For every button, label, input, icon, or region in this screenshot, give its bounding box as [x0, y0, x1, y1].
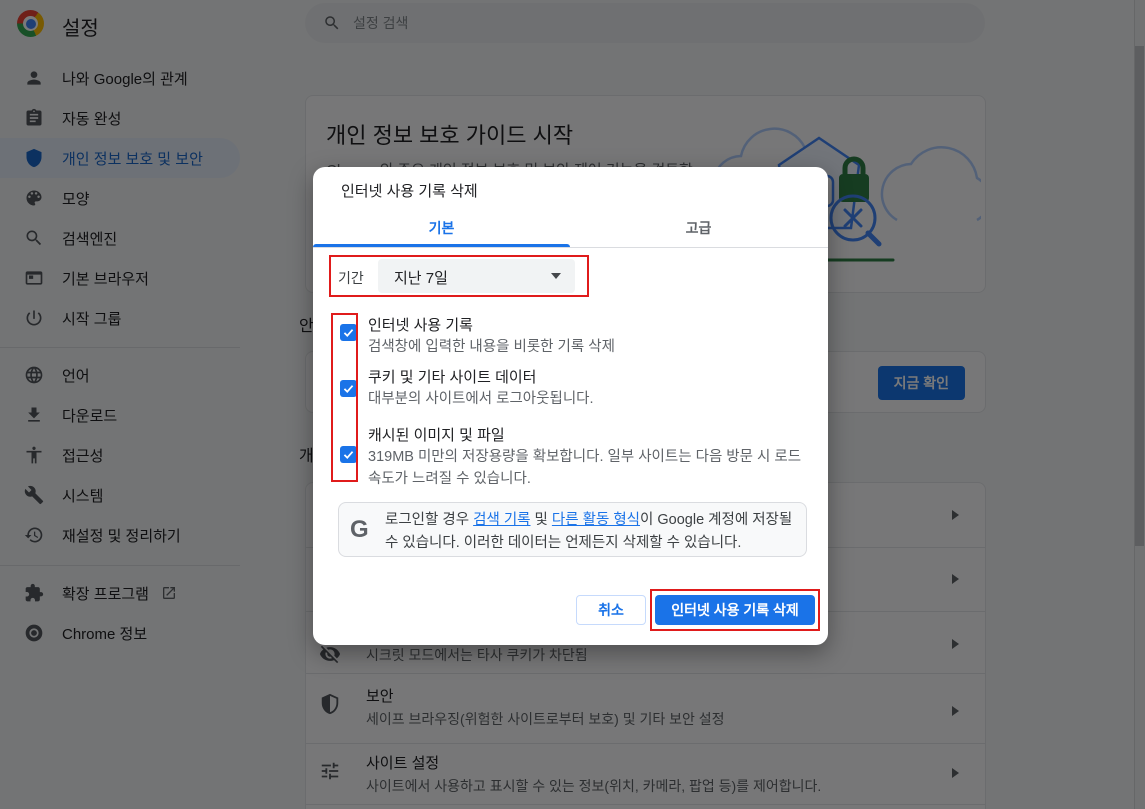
checkbox-description: 검색창에 입력한 내용을 비롯한 기록 삭제: [368, 336, 806, 358]
checkbox-title: 쿠키 및 기타 사이트 데이터: [368, 366, 536, 387]
google-account-notice: G 로그인할 경우 검색 기록 및 다른 활동 형식이 Google 계정에 저…: [338, 502, 807, 557]
checkbox-description: 319MB 미만의 저장용량을 확보합니다. 일부 사이트는 다음 방문 시 로…: [368, 446, 806, 490]
clear-browsing-data-dialog: 인터넷 사용 기록 삭제 기본 고급 기간 지난 7일 인터넷 사용 기록 검색…: [313, 167, 828, 645]
check-icon: [342, 448, 355, 461]
other-activity-link[interactable]: 다른 활동 형식: [552, 512, 640, 528]
check-icon: [342, 326, 355, 339]
browsing-history-checkbox[interactable]: [340, 324, 357, 341]
time-range-value: 지난 7일: [394, 267, 448, 288]
checkbox-title: 캐시된 이미지 및 파일: [368, 424, 505, 445]
chrome-settings-page: 설정 설정 검색 나와 Google의 관계 자동 완성 개인 정보 보호 및 …: [0, 0, 1145, 809]
time-range-select[interactable]: 지난 7일: [378, 259, 575, 293]
checkbox-title: 인터넷 사용 기록: [368, 314, 473, 335]
cancel-button[interactable]: 취소: [576, 595, 646, 625]
clear-data-button[interactable]: 인터넷 사용 기록 삭제: [655, 595, 815, 625]
notice-text: 로그인할 경우 검색 기록 및 다른 활동 형식이 Google 계정에 저장될…: [385, 509, 798, 555]
tab-advanced[interactable]: 고급: [570, 211, 827, 245]
tab-basic[interactable]: 기본: [313, 211, 570, 245]
checkbox-description: 대부분의 사이트에서 로그아웃됩니다.: [368, 388, 806, 410]
check-icon: [342, 382, 355, 395]
chevron-down-icon: [551, 273, 561, 279]
cookies-checkbox[interactable]: [340, 380, 357, 397]
tabs-divider: [313, 247, 828, 248]
search-history-link[interactable]: 검색 기록: [473, 512, 530, 528]
cached-images-checkbox[interactable]: [340, 446, 357, 463]
dialog-title: 인터넷 사용 기록 삭제: [341, 180, 478, 201]
google-g-icon: G: [350, 516, 369, 544]
period-label: 기간: [338, 268, 364, 288]
